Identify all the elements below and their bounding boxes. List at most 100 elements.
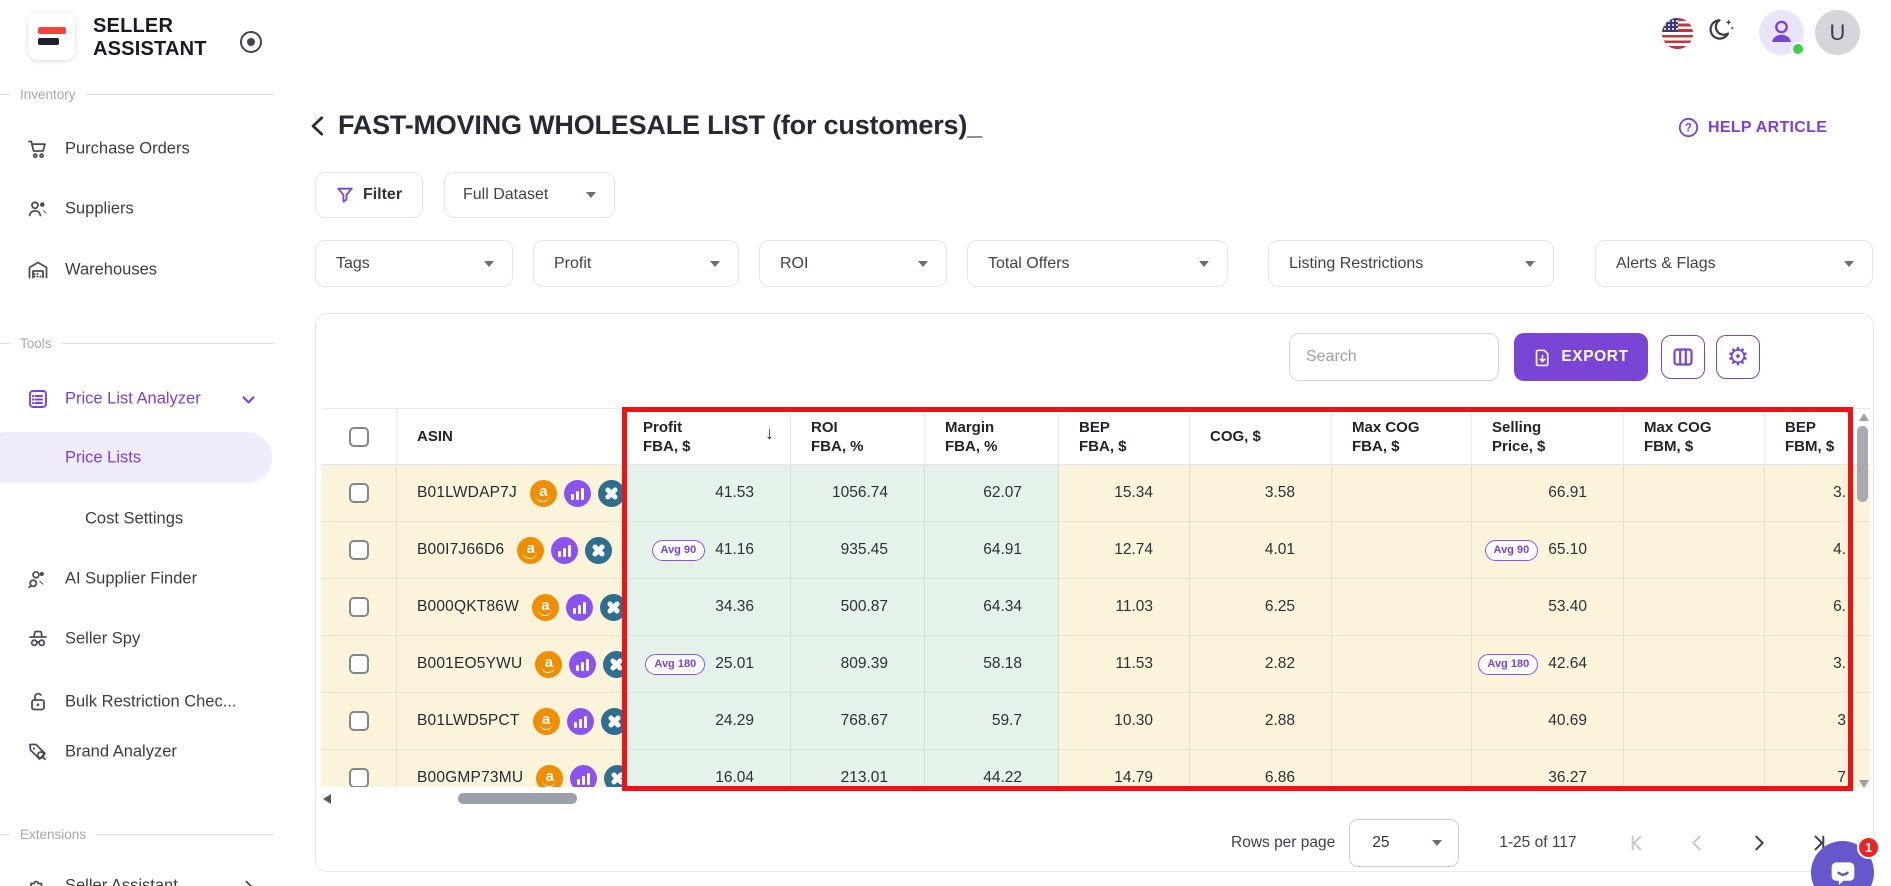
- cell-bep_fbm: 4.: [1765, 522, 1870, 579]
- filter-dropdown-roi[interactable]: ROI: [759, 240, 947, 287]
- language-flag-icon[interactable]: [1662, 18, 1693, 49]
- sidebar-item-brand-analyzer[interactable]: Brand Analyzer: [0, 732, 280, 772]
- first-page-button[interactable]: [1623, 831, 1647, 855]
- column-header-bep_fbm[interactable]: BEP FBM, $: [1765, 409, 1870, 464]
- sidebar-item-purchase-orders[interactable]: Purchase Orders: [0, 129, 280, 169]
- hscroll-left-arrow-icon[interactable]: [323, 794, 331, 804]
- cell-max_cog_fbm: [1624, 579, 1765, 636]
- column-header-label: Max COG FBA, $: [1352, 418, 1420, 464]
- column-header-bep_fba[interactable]: BEP FBA, $: [1059, 409, 1190, 464]
- vertical-scrollbar-thumb[interactable]: [1857, 426, 1868, 502]
- amazon-badge-icon[interactable]: a: [517, 536, 545, 564]
- user-avatar[interactable]: U: [1815, 10, 1860, 55]
- column-header-max_cog_fbm[interactable]: Max COG FBM, $: [1624, 409, 1765, 464]
- sidebar-item-price-list-analyzer[interactable]: Price List Analyzer: [0, 379, 280, 419]
- avg-badge: Avg 180: [645, 653, 706, 675]
- bar: [568, 544, 572, 557]
- back-button[interactable]: [306, 113, 332, 139]
- cell-value: 36.27: [1548, 769, 1587, 786]
- cart-icon: [26, 137, 50, 161]
- sort-desc-icon[interactable]: ↓: [765, 424, 774, 464]
- sidebar-item-suppliers[interactable]: Suppliers: [0, 189, 280, 229]
- filter-dropdown-total-offers[interactable]: Total Offers: [967, 240, 1228, 287]
- stats-badge-icon[interactable]: [566, 707, 594, 735]
- row-checkbox[interactable]: [348, 768, 369, 787]
- sidebar-item-seller-spy[interactable]: Seller Spy: [0, 619, 280, 659]
- logo-bar-dark: [38, 38, 59, 45]
- column-header-asin[interactable]: ASIN: [397, 409, 623, 464]
- filter-dropdown-listing-restrictions[interactable]: Listing Restrictions: [1268, 240, 1554, 287]
- sidebar-item-warehouses[interactable]: Warehouses: [0, 250, 280, 290]
- column-header-margin[interactable]: Margin FBA, %: [925, 409, 1059, 464]
- column-header-cog[interactable]: COG, $: [1190, 409, 1332, 464]
- settings-button[interactable]: ⚙: [1716, 335, 1760, 379]
- cell-margin: 64.91: [925, 522, 1059, 579]
- chevron-down-icon: [484, 260, 494, 267]
- filter-dropdown-profit[interactable]: Profit: [533, 240, 739, 287]
- column-header-profit[interactable]: Profit FBA, $ ↓: [623, 409, 791, 464]
- stats-badge-icon[interactable]: [570, 764, 598, 787]
- brand-line1: SELLER: [93, 15, 174, 37]
- column-header-selling_price[interactable]: Selling Price, $: [1472, 409, 1624, 464]
- filter-dropdown-label: Alerts & Flags: [1616, 254, 1716, 272]
- stats-badge-icon[interactable]: [563, 479, 591, 507]
- dataset-select[interactable]: Full Dataset: [444, 172, 615, 218]
- header-line: ASIN: [417, 428, 453, 445]
- sidebar-item-cost-settings[interactable]: Cost Settings: [0, 499, 280, 539]
- cell-value: 3.: [1833, 484, 1846, 501]
- cell-bep_fba: 11.53: [1059, 636, 1190, 693]
- asin-value: B00I7J66D6: [417, 541, 505, 558]
- column-header-select[interactable]: [321, 409, 397, 464]
- amazon-badge-icon[interactable]: a: [531, 593, 559, 621]
- row-checkbox[interactable]: [348, 654, 369, 674]
- cell-value: 62.07: [983, 484, 1022, 501]
- columns-button[interactable]: [1661, 335, 1705, 379]
- cell-value: 4.01: [1264, 541, 1295, 558]
- sidebar-item-seller-assistant[interactable]: Seller Assistant: [0, 866, 280, 886]
- vscroll-down-arrow-icon[interactable]: [1859, 780, 1869, 788]
- amazon-badge-icon[interactable]: a: [532, 707, 560, 735]
- vscroll-up-arrow-icon[interactable]: [1859, 413, 1869, 421]
- stats-badge-icon[interactable]: [565, 593, 593, 621]
- cell-value: 3: [1837, 712, 1846, 729]
- amazon-badge-icon[interactable]: a: [529, 479, 557, 507]
- brand-logo[interactable]: [28, 13, 75, 60]
- sidebar-item-price-lists[interactable]: Price Lists: [0, 432, 272, 483]
- column-header-roi[interactable]: ROI FBA, %: [791, 409, 925, 464]
- asin-value: B01LWDAP7J: [417, 484, 517, 501]
- row-checkbox[interactable]: [348, 483, 369, 503]
- cross-badge-icon[interactable]: [597, 479, 625, 507]
- stats-badge-icon[interactable]: [569, 650, 597, 678]
- dark-mode-moon-icon[interactable]: [1706, 15, 1738, 47]
- sidebar-collapse-icon[interactable]: [240, 31, 262, 53]
- filter-dropdown-alerts-flags[interactable]: Alerts & Flags: [1595, 240, 1873, 287]
- cross-badge-icon[interactable]: [585, 536, 613, 564]
- row-checkbox[interactable]: [348, 597, 369, 617]
- export-button[interactable]: EXPORT: [1514, 333, 1648, 381]
- cell-max_cog_fba: [1332, 693, 1472, 750]
- horizontal-scrollbar-thumb[interactable]: [458, 793, 577, 804]
- row-checkbox[interactable]: [348, 540, 369, 560]
- row-checkbox[interactable]: [348, 711, 369, 731]
- filter-dropdown-tags[interactable]: Tags: [315, 240, 513, 287]
- search-input[interactable]: [1289, 333, 1499, 381]
- cell-bep_fba: 12.74: [1059, 522, 1190, 579]
- account-button[interactable]: [1759, 10, 1805, 56]
- help-article-link[interactable]: ? HELP ARTICLE: [1678, 117, 1827, 138]
- header-line: COG, $: [1210, 428, 1261, 445]
- sidebar-item-bulk-restriction-chec-[interactable]: Bulk Restriction Chec...: [0, 682, 280, 722]
- sidebar-item-ai-supplier-finder[interactable]: AI Supplier Finder: [0, 559, 280, 599]
- cell-selling_price: Avg 90 65.10: [1472, 522, 1624, 579]
- amazon-badge-icon[interactable]: a: [535, 650, 563, 678]
- column-header-max_cog_fba[interactable]: Max COG FBA, $: [1332, 409, 1472, 464]
- select-all-checkbox[interactable]: [348, 426, 369, 447]
- filter-button[interactable]: Filter: [315, 172, 423, 218]
- prev-page-button[interactable]: [1685, 831, 1709, 855]
- amazon-badge-icon[interactable]: a: [536, 764, 564, 787]
- cell-bep_fba: 10.30: [1059, 693, 1190, 750]
- rows-per-page-select[interactable]: 25: [1349, 819, 1460, 867]
- next-page-button[interactable]: [1747, 831, 1771, 855]
- stats-badge-icon[interactable]: [551, 536, 579, 564]
- table-row: B01LWDAP7J a 41.53 1056.74 62.07 15.34 3.58 66.…: [321, 465, 1870, 522]
- page-title: FAST-MOVING WHOLESALE LIST (for customer…: [338, 110, 982, 140]
